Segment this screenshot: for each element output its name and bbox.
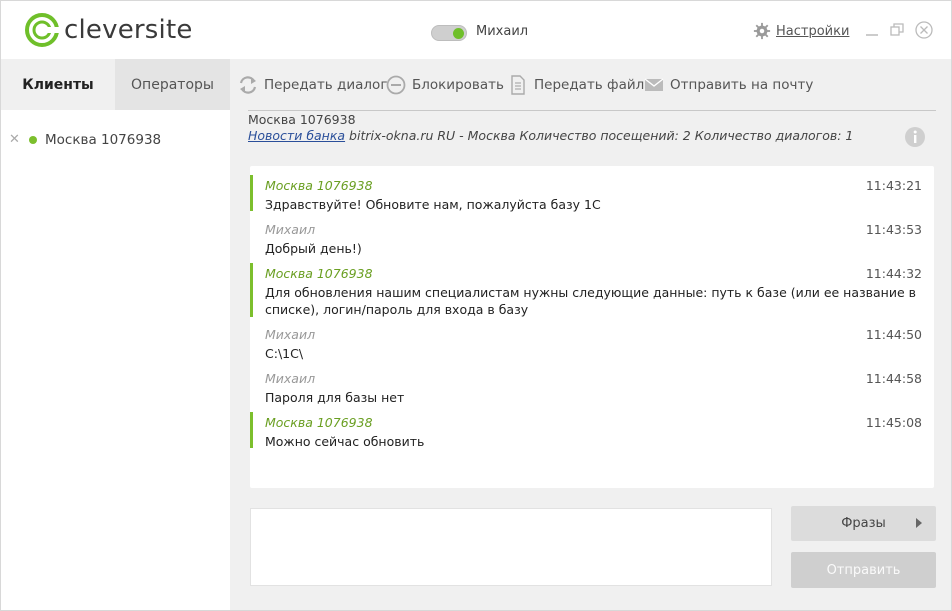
- mail-icon: [644, 78, 664, 91]
- close-icon[interactable]: [915, 21, 933, 39]
- client-message-marker: [250, 263, 253, 317]
- logo: cleversite: [25, 13, 193, 47]
- client-list: ✕ Москва 1076938: [1, 122, 230, 157]
- close-client-icon[interactable]: ✕: [9, 132, 20, 147]
- tab-clients[interactable]: Клиенты: [1, 59, 115, 110]
- main-panel: Передать диалог Блокировать Передать фай…: [230, 59, 951, 610]
- cleversite-logo-icon: [25, 13, 59, 47]
- message-author: Москва 1076938: [265, 415, 373, 430]
- transfer-icon: [239, 76, 257, 94]
- block-button[interactable]: Блокировать: [386, 74, 504, 96]
- settings-label: Настройки: [776, 23, 850, 39]
- sidebar: Клиенты Операторы ✕ Москва 1076938: [1, 59, 230, 610]
- message-author: Михаил: [265, 327, 316, 342]
- visitor-details: Новости банка bitrix-okna.ru RU - Москва…: [248, 128, 853, 143]
- message-input[interactable]: [250, 508, 772, 586]
- transfer-dialog-label: Передать диалог: [264, 77, 388, 93]
- message-item: Москва 1076938 11:43:21 Здравствуйте! Об…: [250, 175, 934, 212]
- message-item: Михаил 11:44:58 Пароля для базы нет: [250, 368, 934, 405]
- message-item: Москва 1076938 11:45:08 Можно сейчас обн…: [250, 412, 934, 449]
- message-text: Здравствуйте! Обновите нам, пожалуйста б…: [265, 197, 601, 212]
- app-window: cleversite Михаил Настройки Клиенты Опер…: [0, 0, 952, 611]
- client-message-marker: [250, 412, 253, 448]
- send-to-email-label: Отправить на почту: [670, 77, 814, 93]
- visitor-details-text: bitrix-okna.ru RU - Москва Количество по…: [345, 128, 854, 143]
- message-text: Добрый день!): [265, 241, 362, 256]
- send-to-email-button[interactable]: Отправить на почту: [644, 74, 813, 96]
- message-time: 11:45:08: [865, 415, 922, 430]
- minimize-icon[interactable]: [863, 21, 881, 39]
- visitor-name: Москва 1076938: [248, 112, 356, 127]
- toolbar: Передать диалог Блокировать Передать фай…: [230, 59, 951, 111]
- client-item[interactable]: ✕ Москва 1076938: [1, 122, 230, 157]
- chat-log: Москва 1076938 11:43:21 Здравствуйте! Об…: [250, 166, 934, 488]
- visitor-source-link[interactable]: Новости банка: [248, 128, 345, 143]
- status-toggle[interactable]: [431, 25, 467, 41]
- transfer-dialog-button[interactable]: Передать диалог: [238, 74, 387, 96]
- message-text: Пароля для базы нет: [265, 390, 405, 405]
- operator-name: Михаил: [476, 24, 529, 39]
- message-item: Михаил 11:44:50 C:\1C\: [250, 324, 934, 361]
- message-item: Михаил 11:43:53 Добрый день!): [250, 219, 934, 256]
- gear-icon: [753, 22, 771, 40]
- block-label: Блокировать: [412, 77, 504, 93]
- phrases-label: Фразы: [841, 516, 886, 531]
- toggle-knob: [453, 28, 464, 39]
- send-button[interactable]: Отправить: [791, 552, 936, 588]
- header: cleversite Михаил Настройки: [1, 1, 951, 59]
- message-author: Михаил: [265, 222, 316, 237]
- message-time: 11:44:50: [865, 327, 922, 342]
- message-time: 11:44:58: [865, 371, 922, 386]
- block-icon: [386, 75, 406, 95]
- message-time: 11:43:53: [865, 222, 922, 237]
- brand-name: cleversite: [64, 15, 193, 45]
- send-file-button[interactable]: Передать файл: [508, 74, 644, 96]
- message-text: Для обновления нашим специалистам нужны …: [265, 285, 917, 317]
- sidebar-tabs: Клиенты Операторы: [1, 59, 230, 110]
- message-author: Михаил: [265, 371, 316, 386]
- client-name: Москва 1076938: [45, 131, 162, 148]
- message-time: 11:44:32: [865, 266, 922, 281]
- message-text: Можно сейчас обновить: [265, 434, 425, 449]
- client-message-marker: [250, 175, 253, 211]
- online-status-icon: [29, 135, 37, 144]
- settings-button[interactable]: Настройки: [753, 22, 849, 40]
- message-time: 11:43:21: [865, 178, 922, 193]
- info-icon[interactable]: [904, 126, 926, 148]
- message-author: Москва 1076938: [265, 266, 373, 281]
- phrases-button[interactable]: Фразы: [791, 506, 936, 541]
- toolbar-divider: [248, 110, 936, 111]
- file-icon: [511, 75, 525, 95]
- tab-operators[interactable]: Операторы: [115, 59, 230, 110]
- message-author: Москва 1076938: [265, 178, 373, 193]
- message-item: Москва 1076938 11:44:32 Для обновления н…: [250, 263, 934, 317]
- restore-icon[interactable]: [888, 21, 906, 39]
- send-file-label: Передать файл: [534, 77, 645, 93]
- chevron-right-icon: [916, 518, 922, 528]
- message-text: C:\1C\: [265, 346, 304, 361]
